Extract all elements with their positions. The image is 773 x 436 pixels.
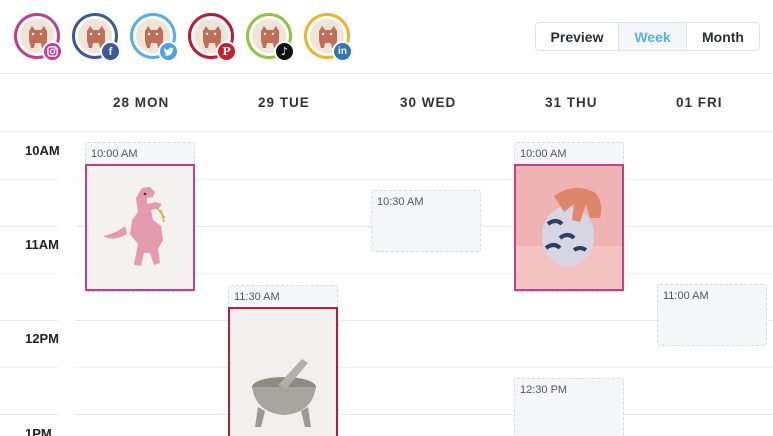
view-toggle: Preview Week Month bbox=[535, 22, 760, 51]
month-button[interactable]: Month bbox=[687, 23, 759, 50]
account-twitter[interactable] bbox=[130, 13, 179, 62]
post-time: 10:30 AM bbox=[377, 196, 424, 208]
post-time: 10:00 AM bbox=[520, 148, 567, 160]
preview-button[interactable]: Preview bbox=[536, 23, 619, 50]
account-instagram[interactable] bbox=[14, 13, 63, 62]
gridline bbox=[0, 226, 58, 227]
gridline bbox=[0, 131, 58, 132]
toolbar: f P ♪ in Preview Week Month bbox=[0, 0, 773, 74]
gridline bbox=[0, 273, 58, 274]
tiktok-icon: ♪ bbox=[274, 41, 295, 62]
post-time: 11:30 AM bbox=[234, 291, 280, 303]
day-header-tue: 29 TUE bbox=[258, 95, 310, 110]
gridline bbox=[0, 367, 58, 368]
gridline bbox=[75, 367, 773, 368]
account-tiktok[interactable]: ♪ bbox=[246, 13, 295, 62]
account-list: f P ♪ in bbox=[14, 13, 362, 62]
time-label-12pm: 12PM bbox=[25, 331, 59, 346]
account-facebook[interactable]: f bbox=[72, 13, 121, 62]
week-button[interactable]: Week bbox=[619, 23, 687, 50]
linkedin-icon: in bbox=[332, 41, 353, 62]
day-header-thu: 31 THU bbox=[545, 95, 598, 110]
gridline bbox=[0, 179, 58, 180]
pink-dinosaur-figurine bbox=[87, 166, 193, 289]
time-label-1pm: 1PM bbox=[25, 426, 52, 436]
stone-mortar bbox=[230, 309, 336, 436]
post-thumbnail[interactable] bbox=[514, 164, 624, 291]
gridline bbox=[0, 320, 58, 321]
day-header-row: 28 MON 29 TUE 30 WED 31 THU 01 FRI bbox=[0, 74, 773, 132]
facebook-icon: f bbox=[100, 41, 121, 62]
pinterest-icon: P bbox=[216, 41, 237, 62]
post-thumbnail[interactable] bbox=[85, 164, 195, 291]
gridline bbox=[75, 131, 773, 132]
day-header-fri: 01 FRI bbox=[676, 95, 723, 110]
gridline bbox=[75, 414, 773, 415]
post-thumbnail[interactable] bbox=[228, 307, 338, 436]
day-header-mon: 28 MON bbox=[113, 95, 170, 110]
scheduled-post-wed-1030[interactable]: 10:30 AM bbox=[371, 190, 481, 252]
time-label-11am: 11AM bbox=[25, 237, 59, 252]
post-time: 10:00 AM bbox=[91, 148, 138, 160]
instagram-icon bbox=[42, 41, 63, 62]
time-label-10am: 10AM bbox=[25, 143, 60, 158]
scheduled-post-thu-1230[interactable]: 12:30 PM bbox=[514, 378, 624, 436]
day-header-wed: 30 WED bbox=[400, 95, 457, 110]
twitter-icon bbox=[158, 41, 179, 62]
post-time: 11:00 AM bbox=[663, 290, 709, 302]
post-time: 12:30 PM bbox=[520, 384, 568, 396]
hand-on-patterned-vase bbox=[516, 166, 622, 289]
account-linkedin[interactable]: in bbox=[304, 13, 353, 62]
scheduled-post-fri-1100[interactable]: 11:00 AM bbox=[657, 284, 767, 346]
account-pinterest[interactable]: P bbox=[188, 13, 237, 62]
gridline bbox=[0, 414, 58, 415]
